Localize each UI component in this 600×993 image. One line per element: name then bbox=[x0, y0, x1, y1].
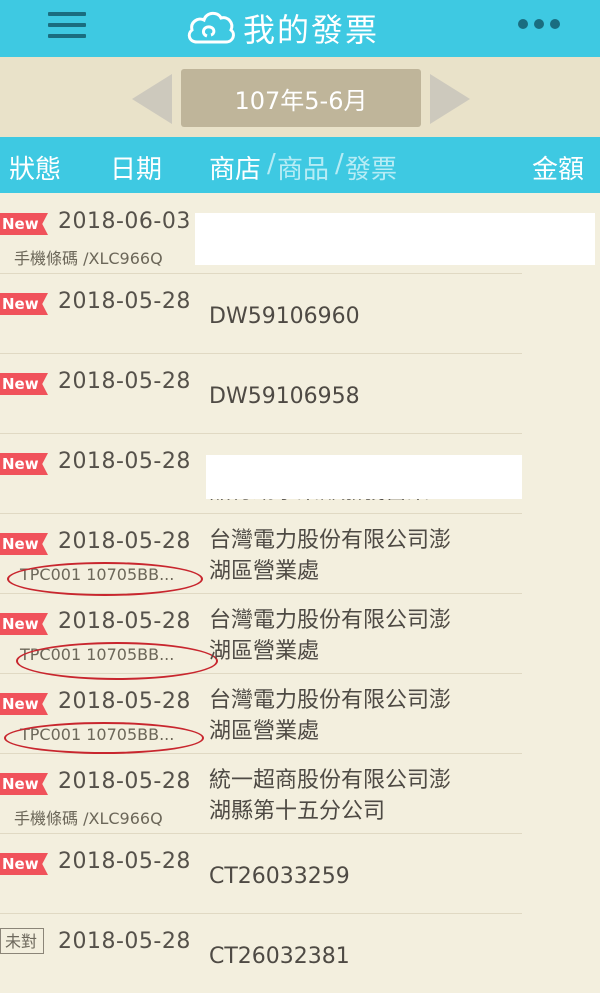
new-badge: New bbox=[0, 613, 48, 635]
store-name-line-1: 台灣電力股份有限公司澎 bbox=[209, 688, 452, 713]
previous-period-arrow-icon[interactable] bbox=[132, 74, 172, 124]
invoice-number: DW59106958 bbox=[209, 384, 360, 409]
invoice-row[interactable]: 未對 2018-05-28 CT26032381 bbox=[0, 913, 522, 993]
invoice-row[interactable]: New 2018-05-28 手機條碼 /XLC966Q 統一超商股份有限公司澎… bbox=[0, 753, 522, 834]
next-period-arrow-icon[interactable] bbox=[430, 74, 470, 124]
invoice-row[interactable]: New 2018-05-28 DW59106958 bbox=[0, 353, 522, 434]
invoice-number: DW59106960 bbox=[209, 304, 360, 329]
store-name-line-2: 湖縣第十五分公司 bbox=[209, 799, 386, 824]
store-name-line-2: 湖區營業處 bbox=[209, 639, 320, 664]
invoice-date: 2018-05-28 bbox=[58, 289, 191, 314]
page-title: 我的發票 bbox=[243, 11, 380, 49]
column-separator: / bbox=[267, 149, 276, 179]
column-date[interactable]: 日期 bbox=[110, 149, 162, 186]
invoice-date: 2018-05-28 bbox=[58, 369, 191, 394]
store-name-line-2: 湖區營業處 bbox=[209, 559, 320, 584]
annotation-circle bbox=[7, 562, 203, 596]
invoice-date: 2018-05-28 bbox=[58, 609, 191, 634]
carrier-code: 手機條碼 /XLC966Q bbox=[14, 249, 163, 268]
period-label[interactable]: 107年5-6月 bbox=[181, 69, 421, 127]
invoice-row[interactable]: New 2018-05-28 DW59106960 bbox=[0, 273, 522, 354]
invoice-date: 2018-05-28 bbox=[58, 449, 191, 474]
redacted-area bbox=[195, 213, 595, 265]
store-name-line-1: 統一超商股份有限公司澎 bbox=[209, 768, 452, 793]
app-header: 我的發票 bbox=[0, 0, 600, 57]
new-badge: New bbox=[0, 853, 48, 875]
column-status[interactable]: 狀態 bbox=[9, 149, 61, 186]
invoice-row[interactable]: New 2018-05-28 TPC001 10705BB... 台灣電力股份有… bbox=[0, 593, 522, 680]
column-invoice[interactable]: 發票 bbox=[345, 149, 397, 186]
menu-icon[interactable] bbox=[48, 12, 86, 40]
invoice-row[interactable]: New 2018-05-28 品行銷事業部嘉義營業... bbox=[0, 433, 522, 514]
invoice-row[interactable]: New 2018-05-28 TPC001 10705BB... 台灣電力股份有… bbox=[0, 513, 522, 596]
column-header: 狀態 日期 商店 / 商品 / 發票 金額 bbox=[0, 137, 600, 193]
new-badge: New bbox=[0, 373, 48, 395]
column-separator: / bbox=[335, 149, 344, 179]
new-badge: New bbox=[0, 213, 48, 235]
redacted-area bbox=[206, 455, 522, 499]
app-title-group: 我的發票 bbox=[185, 4, 379, 52]
invoice-row[interactable]: New 2018-06-03 手機條碼 /XLC966Q bbox=[0, 193, 595, 274]
store-name-line-2: 湖區營業處 bbox=[209, 719, 320, 744]
more-options-icon[interactable] bbox=[518, 19, 560, 29]
invoice-date: 2018-05-28 bbox=[58, 929, 191, 954]
invoice-number: CT26032381 bbox=[209, 944, 350, 969]
carrier-code: 手機條碼 /XLC966Q bbox=[14, 809, 163, 828]
new-badge: New bbox=[0, 453, 48, 475]
period-selector: 107年5-6月 bbox=[0, 57, 600, 137]
invoice-date: 2018-06-03 bbox=[58, 209, 191, 234]
new-badge: New bbox=[0, 533, 48, 555]
invoice-date: 2018-05-28 bbox=[58, 849, 191, 874]
cloud-logo-icon bbox=[187, 11, 235, 44]
new-badge: New bbox=[0, 293, 48, 315]
column-store[interactable]: 商店 bbox=[209, 149, 261, 186]
invoice-date: 2018-05-28 bbox=[58, 529, 191, 554]
invoice-row[interactable]: New 2018-05-28 TPC001 10705BB... 台灣電力股份有… bbox=[0, 673, 522, 754]
invoice-row[interactable]: New 2018-05-28 CT26033259 bbox=[0, 833, 522, 914]
unmatched-badge: 未對 bbox=[0, 928, 44, 954]
invoice-number: CT26033259 bbox=[209, 864, 350, 889]
annotation-circle bbox=[4, 722, 204, 754]
invoice-date: 2018-05-28 bbox=[58, 769, 191, 794]
new-badge: New bbox=[0, 693, 48, 715]
new-badge: New bbox=[0, 773, 48, 795]
column-amount[interactable]: 金額 bbox=[532, 149, 584, 186]
store-name-line-1: 台灣電力股份有限公司澎 bbox=[209, 528, 452, 553]
store-name-line-1: 台灣電力股份有限公司澎 bbox=[209, 608, 452, 633]
column-goods[interactable]: 商品 bbox=[277, 149, 329, 186]
invoice-date: 2018-05-28 bbox=[58, 689, 191, 714]
